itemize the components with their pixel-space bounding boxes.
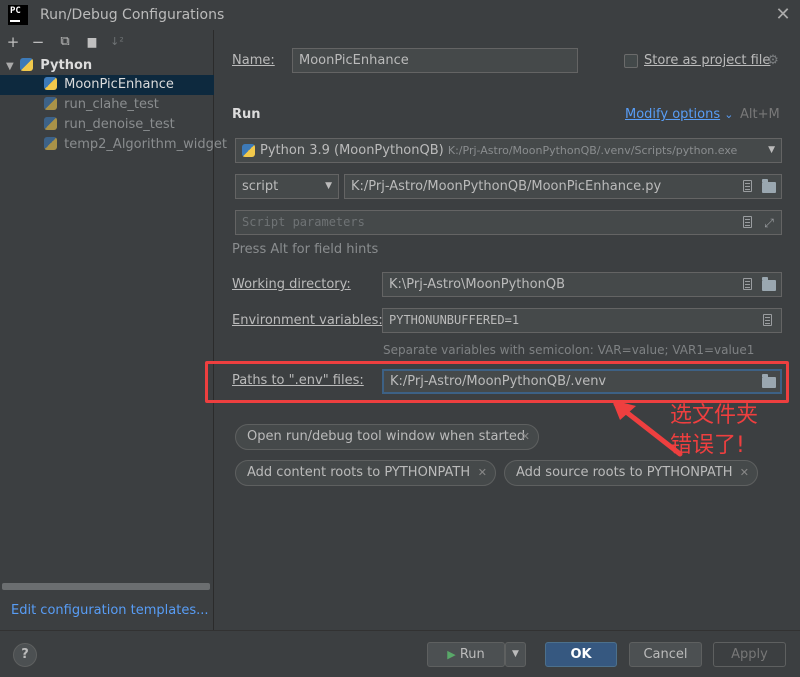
script-type-value: script: [242, 179, 279, 194]
window-title: Run/Debug Configurations: [40, 7, 225, 23]
dropdown-arrow-icon: ▼: [325, 181, 332, 191]
chip-label: Add content roots to PYTHONPATH: [247, 465, 471, 480]
interpreter-path: K:/Prj-Astro/MoonPythonQB/.venv/Scripts/…: [447, 144, 738, 157]
interpreter-name: Python 3.9 (MoonPythonQB): [260, 143, 444, 158]
cancel-button[interactable]: Cancel: [629, 642, 702, 667]
remove-icon[interactable]: −: [29, 33, 47, 51]
store-as-project-file-checkbox[interactable]: [624, 54, 638, 68]
tree-item-moonpicenhance[interactable]: MoonPicEnhance: [0, 75, 214, 95]
chip-open-run-debug-window[interactable]: Open run/debug tool window when started ✕: [235, 424, 539, 450]
tree-group-label: Python: [40, 58, 93, 73]
chip-add-source-roots[interactable]: Add source roots to PYTHONPATH ✕: [504, 460, 758, 486]
copy-icon[interactable]: ⧉: [56, 33, 74, 51]
close-icon[interactable]: ✕: [772, 4, 794, 26]
dropdown-arrow-icon: ▼: [768, 145, 775, 155]
run-icon: ▶: [447, 648, 456, 661]
tree-item-label: run_clahe_test: [64, 97, 159, 112]
python-icon: [44, 117, 57, 130]
working-directory-label: Working directory:: [232, 277, 351, 292]
sort-icon[interactable]: ↓²: [108, 33, 126, 51]
chevron-down-icon: ⌄: [724, 108, 734, 121]
title-bar: PC Run/Debug Configurations ✕: [0, 0, 800, 30]
horizontal-scrollbar[interactable]: [2, 583, 210, 590]
add-icon[interactable]: +: [4, 33, 22, 51]
store-as-project-file-label: Store as project file: [644, 53, 771, 68]
run-section-heading: Run: [232, 107, 261, 122]
edit-configuration-templates-link[interactable]: Edit configuration templates...: [11, 603, 209, 618]
run-button-label: Run: [459, 647, 485, 662]
tree-item-label: temp2_Algorithm_widget: [64, 137, 227, 152]
python-icon: [242, 144, 255, 157]
expand-icon[interactable]: ⤢: [762, 216, 776, 230]
interpreter-select[interactable]: Python 3.9 (MoonPythonQB) K:/Prj-Astro/M…: [235, 138, 782, 163]
help-button[interactable]: ?: [13, 643, 37, 667]
script-type-select[interactable]: script ▼: [235, 174, 339, 199]
environment-variables-hint: Separate variables with semicolon: VAR=v…: [383, 343, 755, 357]
annotation-text-line1: 选文件夹: [670, 403, 759, 428]
chip-add-content-roots[interactable]: Add content roots to PYTHONPATH ✕: [235, 460, 496, 486]
chip-label: Add source roots to PYTHONPATH: [516, 465, 733, 480]
run-button[interactable]: ▶ Run: [427, 642, 505, 667]
folder-browse-icon[interactable]: [762, 277, 776, 291]
gear-icon[interactable]: ⚙: [766, 54, 780, 68]
tree-item-label: run_denoise_test: [64, 117, 175, 132]
document-icon[interactable]: [743, 216, 752, 228]
chevron-down-icon: ▼: [6, 61, 14, 72]
ok-button[interactable]: OK: [545, 642, 617, 667]
modify-options-link[interactable]: Modify options ⌄: [625, 107, 733, 122]
sidebar-toolbar: + − ⧉ ▆ ↓²: [0, 30, 214, 54]
environment-variables-field[interactable]: PYTHONUNBUFFERED=1: [382, 308, 782, 333]
modify-options-shortcut: Alt+M: [740, 107, 780, 122]
tree-item-temp2-algorithm-widget[interactable]: temp2_Algorithm_widget: [0, 135, 227, 155]
script-path-field[interactable]: K:/Prj-Astro/MoonPythonQB/MoonPicEnhance…: [344, 174, 782, 199]
folder-icon[interactable]: ▆: [83, 33, 101, 51]
annotation-highlight-box: [205, 361, 789, 403]
close-icon[interactable]: ✕: [478, 461, 487, 485]
script-parameters-field[interactable]: Script parameters: [235, 210, 782, 235]
working-directory-field[interactable]: K:\Prj-Astro\MoonPythonQB: [382, 272, 782, 297]
chip-label: Open run/debug tool window when started: [247, 429, 526, 444]
tree-group-python[interactable]: ▼ Python: [0, 56, 214, 76]
document-icon[interactable]: [743, 180, 752, 192]
document-icon[interactable]: [743, 278, 752, 290]
close-icon[interactable]: ✕: [521, 425, 530, 449]
run-dropdown-button[interactable]: ▼: [505, 642, 526, 667]
name-label: Name:: [232, 53, 275, 68]
tree-item-label: MoonPicEnhance: [64, 77, 174, 92]
pycharm-logo-icon: PC: [8, 5, 28, 25]
tree-item-run-denoise-test[interactable]: run_denoise_test: [0, 115, 214, 135]
tree-item-run-clahe-test[interactable]: run_clahe_test: [0, 95, 214, 115]
environment-variables-label: Environment variables:: [232, 313, 383, 328]
document-icon[interactable]: [763, 314, 772, 326]
close-icon[interactable]: ✕: [740, 461, 749, 485]
python-icon: [44, 97, 57, 110]
name-field[interactable]: MoonPicEnhance: [292, 48, 578, 73]
field-hints-text: Press Alt for field hints: [232, 242, 379, 257]
python-icon: [44, 77, 57, 90]
python-icon: [20, 58, 34, 71]
annotation-text-line2: 错误了!: [670, 433, 745, 458]
python-icon: [44, 137, 57, 150]
apply-button[interactable]: Apply: [713, 642, 786, 667]
folder-browse-icon[interactable]: [762, 179, 776, 193]
